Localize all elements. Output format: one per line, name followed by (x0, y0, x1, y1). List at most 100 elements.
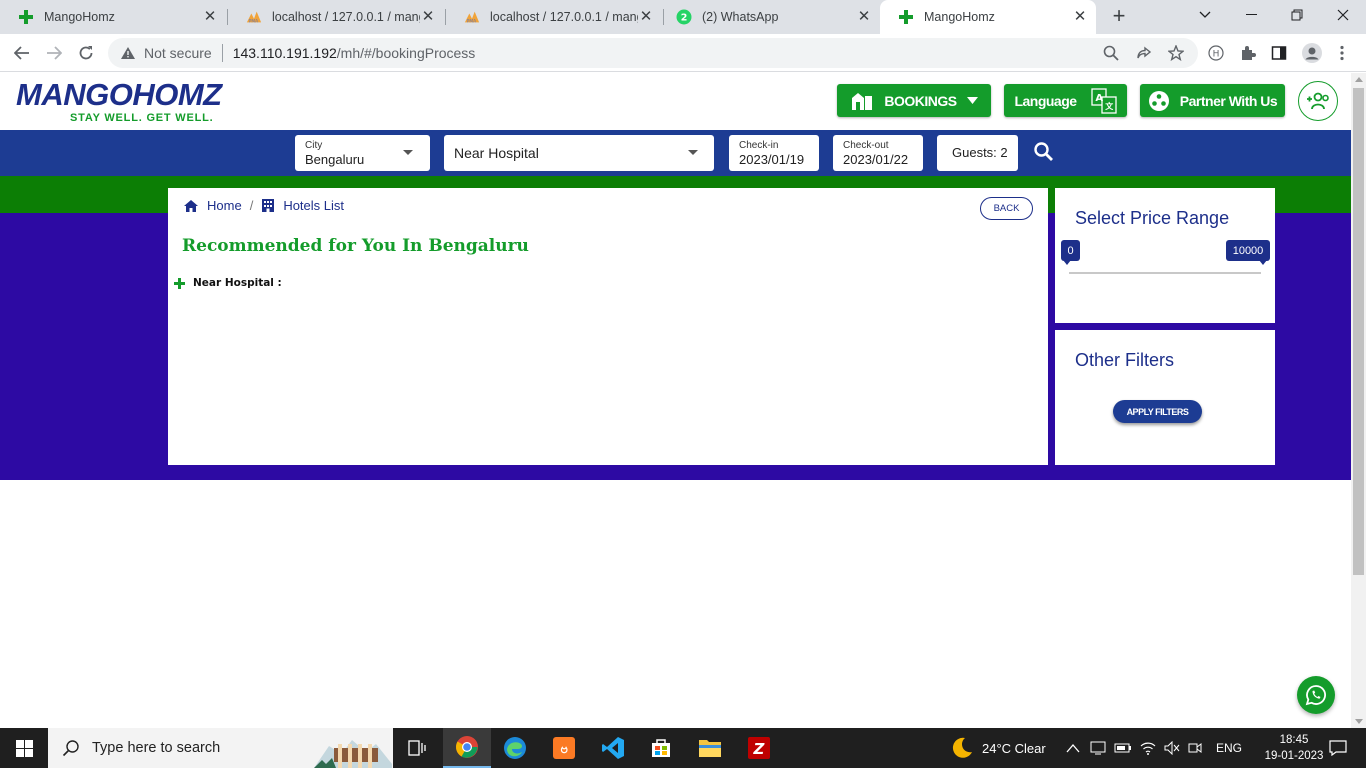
language-button[interactable]: Language A文 (1004, 84, 1127, 117)
vertical-scrollbar[interactable] (1351, 73, 1366, 728)
other-filters-title: Other Filters (1075, 350, 1175, 370)
clock-date: 19-01-2023 (1264, 750, 1324, 762)
browser-tab-5[interactable]: MangoHomz ✕ (880, 0, 1096, 34)
city-select[interactable]: City Bengaluru (295, 135, 430, 171)
close-icon[interactable]: ✕ (420, 9, 436, 25)
partner-with-us-button[interactable]: Partner With Us (1140, 84, 1285, 117)
tab-title: MangoHomz (924, 10, 995, 24)
checkout-field[interactable]: Check-out 2023/01/22 (833, 135, 923, 171)
zoom-icon[interactable] (1100, 42, 1122, 64)
weather-widget[interactable]: 24°C Clear (950, 728, 1046, 768)
scrollbar-thumb[interactable] (1353, 88, 1364, 575)
file-explorer-icon[interactable] (686, 728, 734, 768)
more-menu-icon[interactable] (1331, 42, 1353, 64)
notification-icon[interactable] (1318, 728, 1358, 768)
new-tab-button[interactable]: + (1108, 5, 1130, 28)
add-user-icon (1307, 92, 1329, 110)
tab-search-icon[interactable] (1182, 0, 1228, 30)
tray-icons: ENG (1066, 728, 1242, 768)
price-min-handle[interactable]: 0 (1061, 240, 1080, 265)
side-panel-icon[interactable] (1268, 42, 1290, 64)
microsoft-store-icon[interactable] (637, 728, 685, 768)
restore-button[interactable] (1274, 0, 1320, 30)
partner-label: Partner With Us (1179, 92, 1278, 109)
clock-time: 18:45 (1279, 734, 1309, 746)
checkin-field[interactable]: Check-in 2023/01/19 (729, 135, 819, 171)
bookmark-star-icon[interactable] (1165, 42, 1187, 64)
results-card: Home / Hotels List BACK Recommended for … (168, 188, 1048, 465)
profile-avatar-icon[interactable] (1301, 42, 1323, 64)
reload-icon[interactable] (74, 41, 98, 65)
address-bar[interactable]: Not secure 143.110.191.192/mh/#/bookingP… (108, 38, 1198, 68)
back-arrow-icon[interactable] (10, 41, 34, 65)
mangohomz-icon (898, 9, 914, 25)
xampp-icon[interactable]: ဗ (540, 728, 588, 768)
svg-text:PMA: PMA (249, 18, 259, 24)
tab-title: MangoHomz (44, 10, 115, 24)
svg-text:2: 2 (681, 13, 688, 24)
extensions-puzzle-icon[interactable] (1237, 42, 1259, 64)
other-filters-card: Other Filters APPLY FILTERS (1055, 330, 1275, 465)
windows-start-icon[interactable] (0, 728, 48, 768)
close-icon[interactable]: ✕ (638, 9, 654, 25)
chevron-up-icon (1066, 744, 1080, 753)
guests-field[interactable]: Guests: 2 (937, 135, 1018, 171)
network-activity-icon (1090, 741, 1106, 755)
language-indicator[interactable]: ENG (1216, 741, 1242, 755)
minimize-button[interactable] (1228, 0, 1274, 30)
url-divider (221, 44, 223, 62)
whatsapp-chat-button[interactable] (1297, 676, 1335, 714)
vscode-icon[interactable] (589, 728, 637, 768)
add-user-button[interactable] (1298, 81, 1338, 121)
browser-tab-4[interactable]: 2 (2) WhatsApp ✕ (664, 0, 880, 34)
browser-tab-3[interactable]: PMA localhost / 127.0.0.1 / mangohomz ✕ (446, 0, 662, 34)
filezilla-icon[interactable]: Z (735, 728, 783, 768)
meet-now-icon (1188, 743, 1202, 753)
price-max-handle[interactable]: 10000 (1226, 240, 1270, 265)
partner-icon (1148, 90, 1169, 111)
search-icon[interactable] (1033, 141, 1055, 163)
close-icon[interactable]: ✕ (1072, 9, 1088, 25)
phpmyadmin-icon: PMA (246, 9, 262, 25)
chevron-down-icon (966, 97, 978, 104)
warning-icon[interactable] (120, 46, 136, 60)
breadcrumb-separator: / (249, 198, 254, 213)
browser-tab-1[interactable]: MangoHomz ✕ (0, 0, 226, 34)
chrome-icon[interactable] (443, 728, 491, 768)
battery-icon (1114, 743, 1131, 753)
close-icon[interactable]: ✕ (856, 9, 872, 25)
price-slider-track[interactable] (1069, 272, 1261, 274)
close-icon[interactable]: ✕ (202, 9, 218, 25)
browser-tab-2[interactable]: PMA localhost / 127.0.0.1 / mangohomz ✕ (228, 0, 444, 34)
taskbar-clock[interactable]: 18:45 19-01-2023 (1262, 732, 1326, 764)
breadcrumb-hotels[interactable]: Hotels List (283, 198, 344, 213)
chevron-down-icon (403, 150, 413, 155)
near-select[interactable]: Near Hospital (444, 135, 714, 171)
search-highlight-image (314, 740, 392, 768)
house-icon (852, 92, 873, 110)
weather-text: 24°C Clear (982, 740, 1046, 756)
task-view-icon[interactable] (393, 728, 441, 768)
hotel-icon (262, 199, 275, 212)
apply-filters-button[interactable]: APPLY FILTERS (1113, 400, 1202, 423)
near-hospital-label: Near Hospital : (193, 277, 282, 289)
bookings-button[interactable]: BOOKINGS (837, 84, 991, 117)
mangohomz-logo[interactable]: MANGOHOMZ STAY WELL. GET WELL. (16, 79, 222, 125)
scroll-down-arrow[interactable] (1355, 719, 1363, 724)
guests-value: 2 (1000, 145, 1008, 160)
guests-text: Guests: 2 (952, 145, 1008, 160)
forward-arrow-icon[interactable] (42, 41, 66, 65)
scroll-up-arrow[interactable] (1355, 77, 1363, 82)
close-window-button[interactable] (1320, 0, 1366, 30)
browser-toolbar: Not secure 143.110.191.192/mh/#/bookingP… (0, 34, 1366, 72)
extension-h-icon[interactable]: H (1205, 42, 1227, 64)
taskbar-search-box[interactable]: Type here to search (48, 728, 393, 768)
tab-title: localhost / 127.0.0.1 / mangohomz (272, 10, 420, 24)
edge-icon[interactable] (491, 728, 539, 768)
site-header: MANGOHOMZ STAY WELL. GET WELL. BOOKINGS … (0, 73, 1351, 130)
share-icon[interactable] (1133, 42, 1155, 64)
svg-text:H: H (1213, 50, 1220, 60)
near-hospital-row: Near Hospital : (174, 277, 282, 289)
back-button[interactable]: BACK (980, 197, 1033, 220)
breadcrumb-home[interactable]: Home (207, 198, 242, 213)
